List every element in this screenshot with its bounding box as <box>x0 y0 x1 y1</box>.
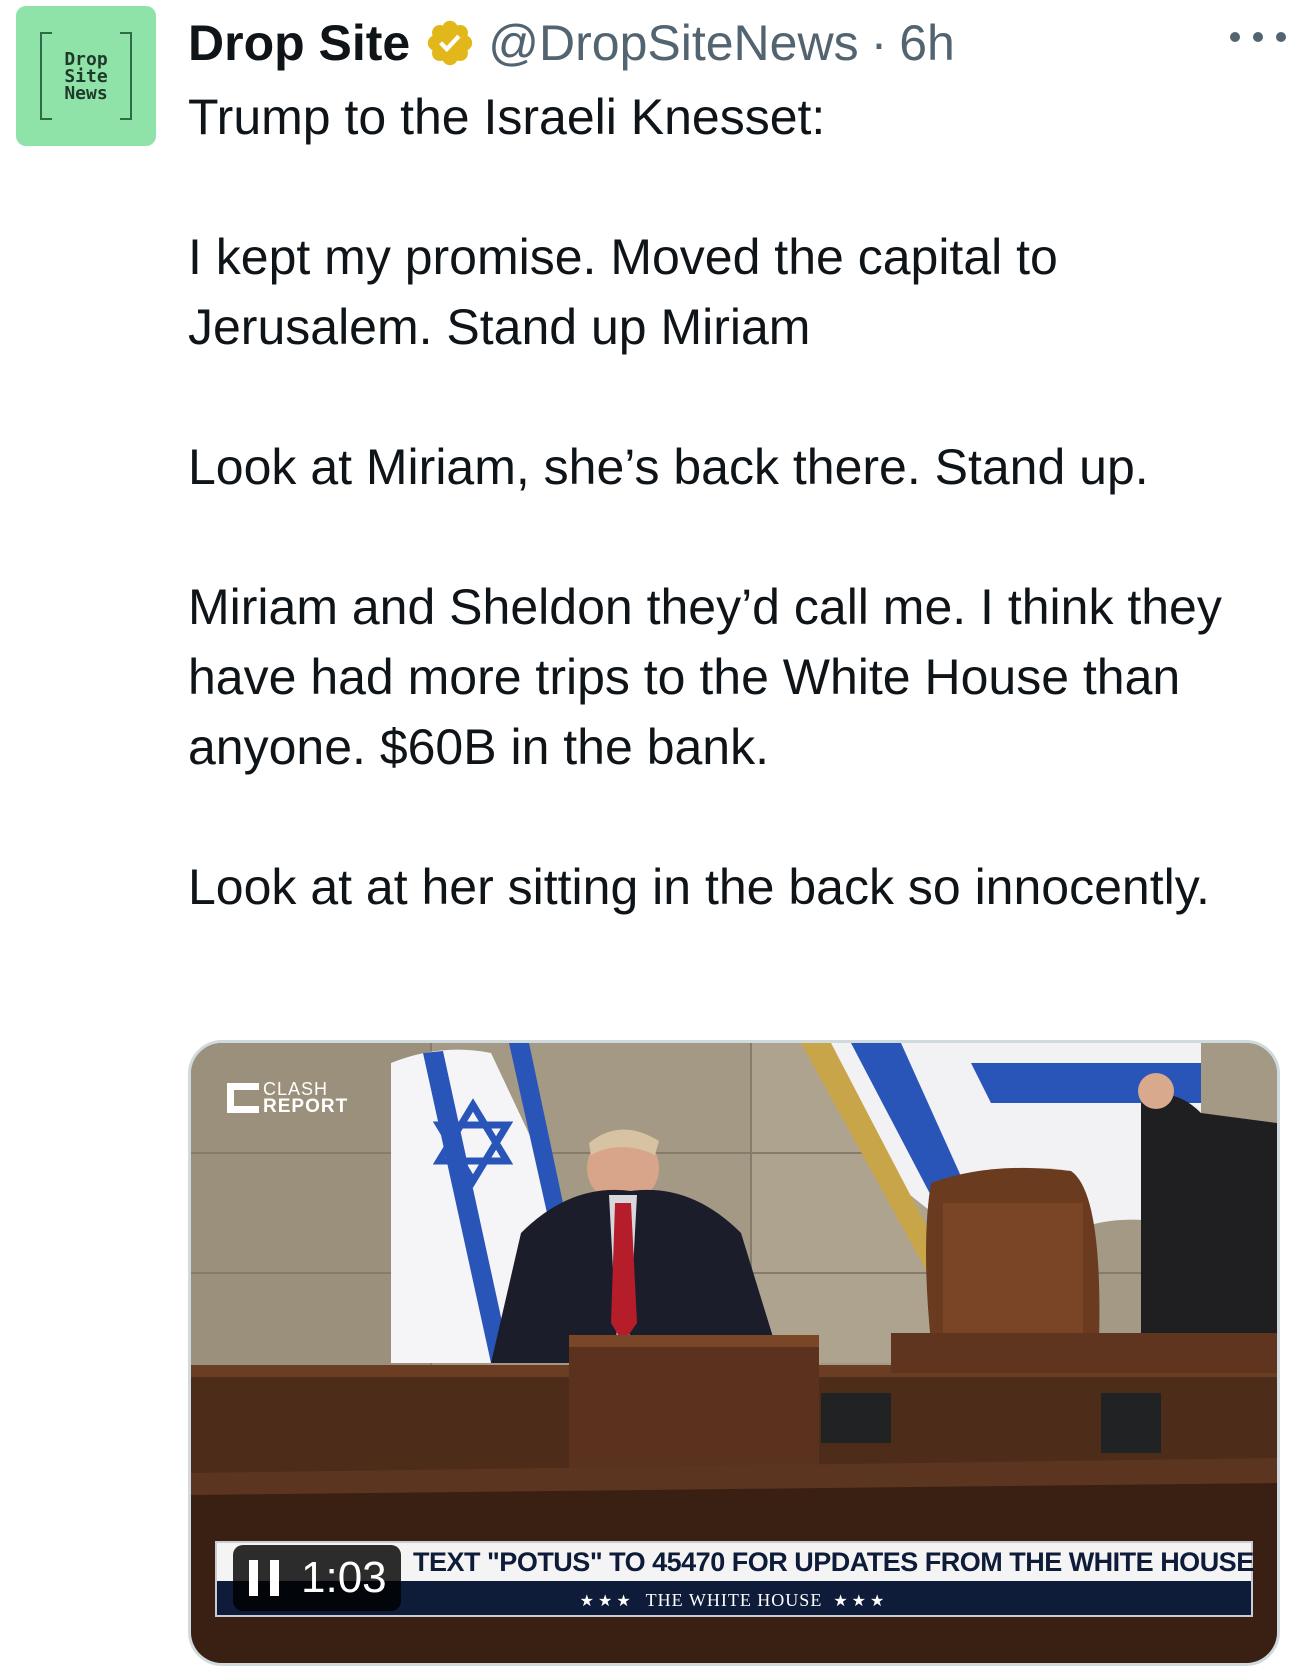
banner-stars-right: ★★★ <box>833 1593 889 1610</box>
pause-icon[interactable] <box>249 1560 279 1596</box>
more-dot <box>1276 32 1286 42</box>
tweet-text: Trump to the Israeli Knesset: I kept my … <box>188 82 1268 922</box>
user-handle[interactable]: @DropSiteNews <box>488 14 858 72</box>
logo-bracket-right <box>120 32 132 120</box>
more-options-icon[interactable] <box>1230 28 1286 46</box>
avatar[interactable]: Drop Site News <box>16 6 156 146</box>
tweet-paragraph: Look at Miriam, she’s back there. Stand … <box>188 439 1149 495</box>
tweet-paragraph: I kept my promise. Moved the capital to … <box>188 229 1058 355</box>
separator-dot: · <box>870 15 888 71</box>
tweet-paragraph: Trump to the Israeli Knesset: <box>188 89 826 145</box>
banner-stars-left: ★★★ <box>579 1593 635 1610</box>
watermark-logo-mark <box>227 1083 259 1113</box>
logo-line-1: Drop <box>64 48 108 70</box>
logo-line-2: Site <box>64 65 108 87</box>
display-name[interactable]: Drop Site <box>188 14 410 72</box>
pause-bar <box>270 1560 279 1596</box>
drop-site-news-logo: Drop Site News <box>40 32 132 120</box>
pause-bar <box>249 1560 258 1596</box>
video-controls: 1:03 <box>233 1545 401 1611</box>
timestamp[interactable]: 6h <box>899 14 955 72</box>
video-player[interactable]: CLASH REPORT TEXT "POTUS" TO 45470 FOR U… <box>188 1040 1280 1666</box>
tweet-paragraph: Miriam and Sheldon they’d call me. I thi… <box>188 579 1222 775</box>
more-dot <box>1230 32 1240 42</box>
more-dot <box>1253 32 1263 42</box>
banner-sub-text: THE WHITE HOUSE <box>645 1590 823 1610</box>
verified-badge-icon <box>428 20 473 66</box>
logo-line-3: News <box>64 82 108 104</box>
clash-report-watermark: CLASH REPORT <box>227 1080 349 1117</box>
tweet-paragraph: Look at at her sitting in the back so in… <box>188 859 1210 915</box>
tweet-header: Drop Site @DropSiteNews · 6h <box>188 8 1270 78</box>
video-duration: 1:03 <box>301 1553 387 1602</box>
watermark-bottom: REPORT <box>263 1096 349 1117</box>
logo-bracket-left <box>40 32 52 120</box>
